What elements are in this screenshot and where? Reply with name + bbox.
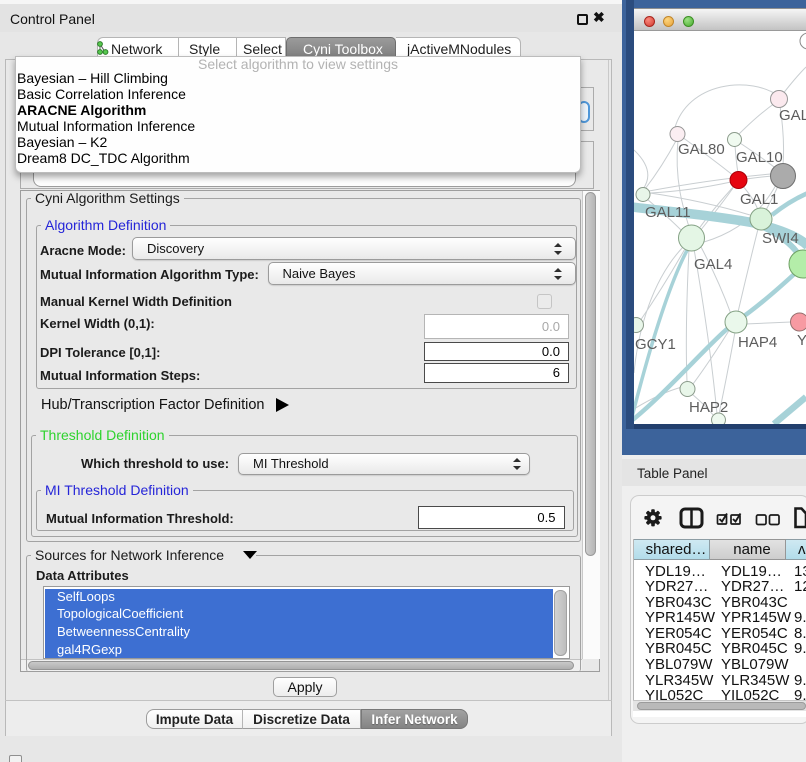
svg-text:GCY1: GCY1 [635,336,676,353]
svg-text:GAL1: GAL1 [740,191,778,208]
svg-text:SWI4: SWI4 [762,230,799,247]
svg-text:GAL11: GAL11 [645,204,691,221]
svg-text:GAL80: GAL80 [678,141,725,158]
svg-text:GAL10: GAL10 [736,149,783,166]
svg-text:HAP2: HAP2 [689,399,728,416]
svg-text:GAL4: GAL4 [694,256,732,273]
svg-text:GAL: GAL [779,107,806,124]
svg-text:Y: Y [797,332,806,349]
svg-text:HAP4: HAP4 [738,334,777,351]
